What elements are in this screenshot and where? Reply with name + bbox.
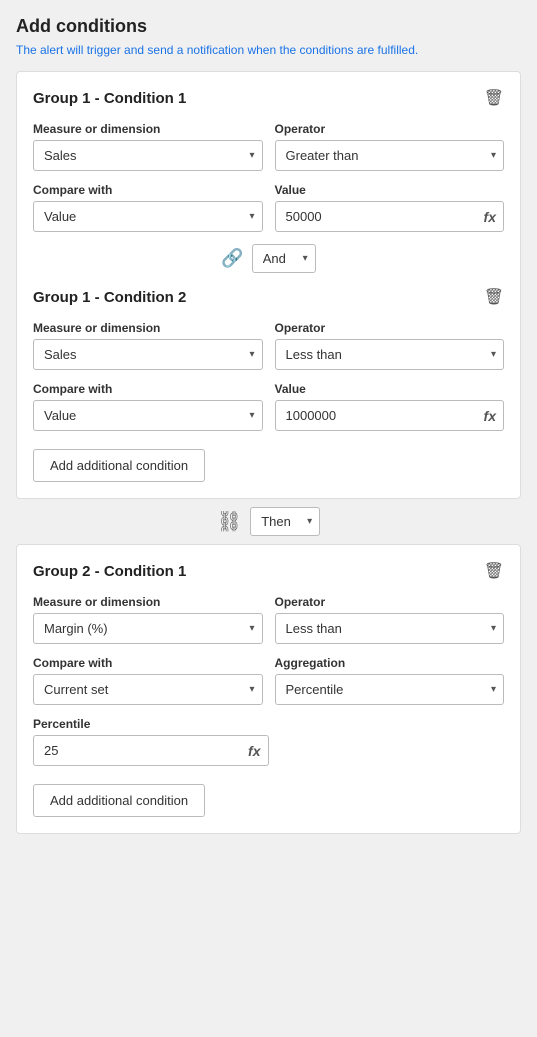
group2-aggregation-label: Aggregation bbox=[275, 656, 505, 670]
condition1-connector-row: 🔗 And Or ▾ bbox=[33, 244, 504, 273]
condition1-fx-button[interactable]: fx bbox=[480, 207, 500, 227]
condition1-title: Group 1 - Condition 1 bbox=[33, 90, 186, 107]
condition2-compare-select-wrapper: Value Average Current set ▾ bbox=[33, 400, 263, 431]
condition1-connector-select-wrapper: And Or ▾ bbox=[252, 244, 316, 273]
group2-aggregation-select-wrapper: Percentile Average Median ▾ bbox=[275, 674, 505, 705]
condition2-compare-group: Compare with Value Average Current set ▾ bbox=[33, 382, 263, 431]
condition2-value-input-wrapper: fx bbox=[275, 400, 505, 431]
condition2-operator-label: Operator bbox=[275, 321, 505, 335]
condition1-value-input[interactable] bbox=[275, 201, 505, 232]
condition2-row1: Measure or dimension Sales Margin (%) ▾ … bbox=[33, 321, 504, 370]
group2-condition1-title: Group 2 - Condition 1 bbox=[33, 563, 186, 580]
condition1-compare-group: Compare with Value Average Current set ▾ bbox=[33, 183, 263, 232]
condition1-connector-select[interactable]: And Or bbox=[252, 244, 316, 273]
group2-aggregation-select[interactable]: Percentile Average Median bbox=[275, 674, 505, 705]
condition1-value-label: Value bbox=[275, 183, 505, 197]
condition2-operator-select[interactable]: Greater than Less than Equal to bbox=[275, 339, 505, 370]
condition1-header: Group 1 - Condition 1 🗑 bbox=[33, 88, 504, 108]
condition2-header: Group 1 - Condition 2 🗑 bbox=[33, 287, 504, 307]
condition1-operator-select-wrapper: Greater than Less than Equal to ▾ bbox=[275, 140, 505, 171]
condition1-compare-select[interactable]: Value Average Current set bbox=[33, 201, 263, 232]
group2-compare-select-wrapper: Value Average Current set ▾ bbox=[33, 674, 263, 705]
group2-compare-label: Compare with bbox=[33, 656, 263, 670]
condition1-row2: Compare with Value Average Current set ▾… bbox=[33, 183, 504, 232]
group2-operator-select-wrapper: Greater than Less than Equal to ▾ bbox=[275, 613, 505, 644]
condition2-measure-label: Measure or dimension bbox=[33, 321, 263, 335]
condition1-compare-label: Compare with bbox=[33, 183, 263, 197]
page-title: Add conditions bbox=[16, 16, 521, 37]
group2-add-condition-button[interactable]: Add additional condition bbox=[33, 784, 205, 817]
condition2-measure-group: Measure or dimension Sales Margin (%) ▾ bbox=[33, 321, 263, 370]
condition2-delete-icon[interactable]: 🗑 bbox=[484, 287, 504, 307]
between-link-icon: ⛓ bbox=[217, 509, 242, 534]
between-connector-select[interactable]: Then And Or bbox=[250, 507, 320, 536]
condition1-value-input-wrapper: fx bbox=[275, 201, 505, 232]
group2-condition1-delete-icon[interactable]: 🗑 bbox=[484, 561, 504, 581]
condition1-operator-select[interactable]: Greater than Less than Equal to bbox=[275, 140, 505, 171]
group2-condition1-row2: Compare with Value Average Current set ▾… bbox=[33, 656, 504, 705]
group2-percentile-input-wrapper: fx bbox=[33, 735, 269, 766]
condition2-operator-group: Operator Greater than Less than Equal to… bbox=[275, 321, 505, 370]
condition1-row1: Measure or dimension Sales Margin (%) ▾ … bbox=[33, 122, 504, 171]
group2-measure-label: Measure or dimension bbox=[33, 595, 263, 609]
between-connector-select-wrapper: Then And Or ▾ bbox=[250, 507, 320, 536]
condition2-value-label: Value bbox=[275, 382, 505, 396]
condition2-fx-button[interactable]: fx bbox=[480, 406, 500, 426]
condition1-measure-select[interactable]: Sales Margin (%) bbox=[33, 140, 263, 171]
group2-operator-select[interactable]: Greater than Less than Equal to bbox=[275, 613, 505, 644]
condition2-measure-select-wrapper: Sales Margin (%) ▾ bbox=[33, 339, 263, 370]
group1-card: Group 1 - Condition 1 🗑 Measure or dimen… bbox=[16, 71, 521, 499]
condition2-row2: Compare with Value Average Current set ▾… bbox=[33, 382, 504, 431]
condition1-value-group: Value fx bbox=[275, 183, 505, 232]
condition2-value-group: Value fx bbox=[275, 382, 505, 431]
group1-add-condition-button[interactable]: Add additional condition bbox=[33, 449, 205, 482]
group2-card: Group 2 - Condition 1 🗑 Measure or dimen… bbox=[16, 544, 521, 834]
condition1-link-icon: 🔗 bbox=[221, 248, 243, 269]
condition2-compare-select[interactable]: Value Average Current set bbox=[33, 400, 263, 431]
group2-percentile-group: Percentile fx bbox=[33, 717, 269, 766]
group2-condition1-row1: Measure or dimension Sales Margin (%) ▾ … bbox=[33, 595, 504, 644]
condition1-measure-group: Measure or dimension Sales Margin (%) ▾ bbox=[33, 122, 263, 171]
group2-operator-group: Operator Greater than Less than Equal to… bbox=[275, 595, 505, 644]
group2-compare-group: Compare with Value Average Current set ▾ bbox=[33, 656, 263, 705]
group2-percentile-fx-button[interactable]: fx bbox=[244, 741, 264, 761]
condition2-measure-select[interactable]: Sales Margin (%) bbox=[33, 339, 263, 370]
group2-measure-select-wrapper: Sales Margin (%) ▾ bbox=[33, 613, 263, 644]
condition1-operator-label: Operator bbox=[275, 122, 505, 136]
group2-condition1-header: Group 2 - Condition 1 🗑 bbox=[33, 561, 504, 581]
group2-compare-select[interactable]: Value Average Current set bbox=[33, 674, 263, 705]
condition1-compare-select-wrapper: Value Average Current set ▾ bbox=[33, 201, 263, 232]
group2-percentile-label: Percentile bbox=[33, 717, 269, 731]
between-connector-row: ⛓ Then And Or ▾ bbox=[16, 507, 521, 536]
group2-aggregation-group: Aggregation Percentile Average Median ▾ bbox=[275, 656, 505, 705]
condition2-value-input[interactable] bbox=[275, 400, 505, 431]
condition1-measure-label: Measure or dimension bbox=[33, 122, 263, 136]
condition2-compare-label: Compare with bbox=[33, 382, 263, 396]
condition1-measure-select-wrapper: Sales Margin (%) ▾ bbox=[33, 140, 263, 171]
condition1-operator-group: Operator Greater than Less than Equal to… bbox=[275, 122, 505, 171]
group2-percentile-row: Percentile fx bbox=[33, 717, 504, 766]
group2-operator-label: Operator bbox=[275, 595, 505, 609]
condition2-title: Group 1 - Condition 2 bbox=[33, 289, 186, 306]
group2-measure-group: Measure or dimension Sales Margin (%) ▾ bbox=[33, 595, 263, 644]
group2-percentile-input[interactable] bbox=[33, 735, 269, 766]
page-subtitle: The alert will trigger and send a notifi… bbox=[16, 43, 521, 57]
condition2-operator-select-wrapper: Greater than Less than Equal to ▾ bbox=[275, 339, 505, 370]
condition1-delete-icon[interactable]: 🗑 bbox=[484, 88, 504, 108]
group2-measure-select[interactable]: Sales Margin (%) bbox=[33, 613, 263, 644]
